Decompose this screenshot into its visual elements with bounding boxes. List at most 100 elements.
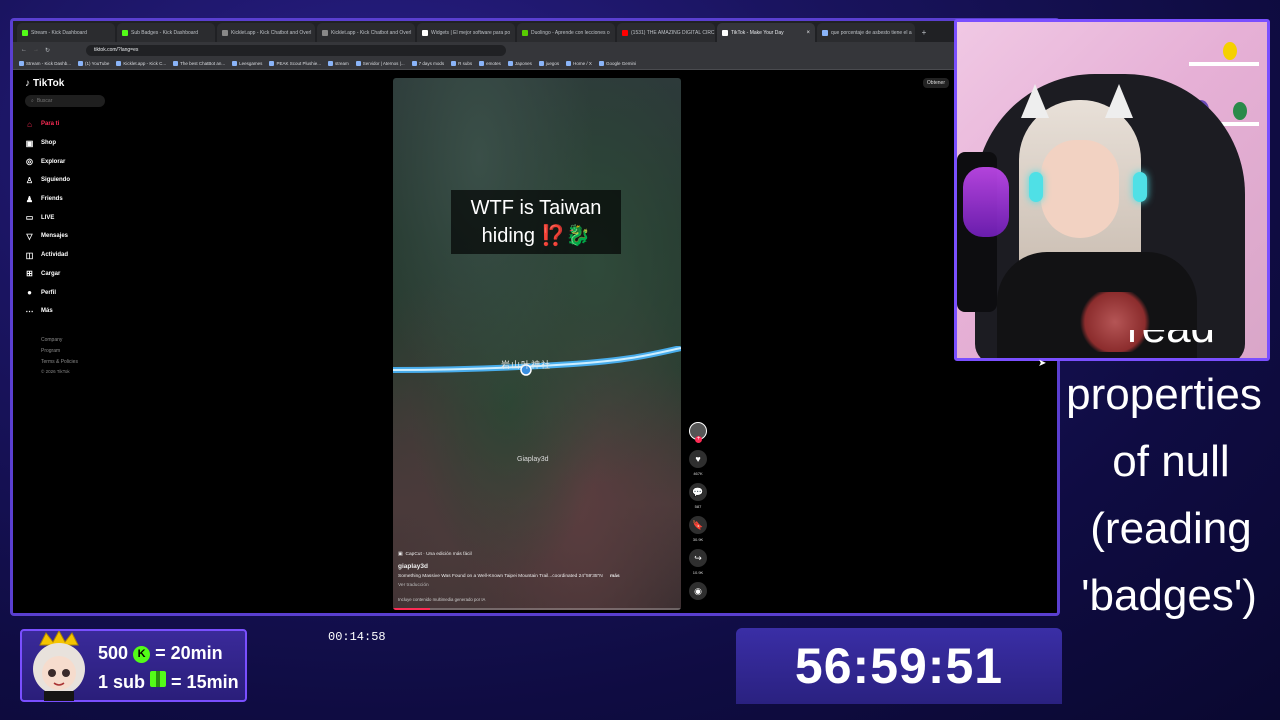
action-count: 467K <box>693 471 703 476</box>
music-disc-button[interactable]: ◉ <box>689 582 707 600</box>
bookmark-label: Google Gemini <box>605 61 636 66</box>
nav-item-explorar[interactable]: ◎ Explorar <box>25 152 115 171</box>
new-tab-button[interactable]: + <box>917 23 931 42</box>
tab-favicon-icon <box>822 29 828 36</box>
bookmark-item[interactable]: Leesgames <box>232 61 262 66</box>
bookmark-favicon-icon <box>269 61 275 66</box>
video-author[interactable]: giaplay3d <box>398 563 668 570</box>
bookmark-item[interactable]: Home / X <box>566 61 592 66</box>
bookmark-favicon-icon <box>19 61 24 66</box>
nav-item-friends[interactable]: ♟ Friends <box>25 190 115 209</box>
nav-item-actividad[interactable]: ◫ Actividad <box>25 246 115 265</box>
search-icon: ⌕ <box>31 98 34 104</box>
like-button[interactable]: ♥ 467K <box>689 450 707 476</box>
creator-avatar[interactable]: + <box>689 422 707 443</box>
get-app-button[interactable]: Obtener <box>922 78 949 88</box>
tab-favicon-icon <box>422 29 428 36</box>
browser-tab[interactable]: Sub Badges - Kick Dashboard <box>117 23 215 42</box>
capcut-tag[interactable]: ▣ CapCut · Una edición más fácil <box>398 552 668 557</box>
forward-icon[interactable]: → <box>33 47 39 53</box>
tab-label: Kicklet.app - Kick Chatbot and Overl <box>331 29 412 36</box>
bookmark-label: (1) YouTube <box>85 61 110 66</box>
bookmark-item[interactable]: Servidor | Aternos |... <box>355 61 405 66</box>
browser-tab[interactable]: Stream - Kick Dashboard <box>17 23 115 42</box>
footer-link-terms[interactable]: Terms & Policies <box>41 358 115 367</box>
bookmark-item[interactable]: 7 days mods <box>411 61 444 66</box>
nav-label: Shop <box>41 140 56 147</box>
nav-label: Perfil <box>41 289 57 296</box>
tiktok-brand: TikTok <box>33 78 65 89</box>
nav-item-más[interactable]: ⋯ Más <box>25 302 115 321</box>
more-link[interactable]: más <box>610 574 620 579</box>
rate-sub: 1 sub = 15min <box>98 668 239 697</box>
close-tab-icon[interactable]: × <box>806 30 810 36</box>
capcut-label: CapCut · Una edición más fácil <box>405 552 472 557</box>
nav-item-siguiendo[interactable]: ♙ Siguiendo <box>25 171 115 190</box>
bookmark-item[interactable]: The best ChatBot an... <box>173 61 225 66</box>
get-app-label: Obtener <box>926 80 945 86</box>
follow-plus-icon[interactable]: + <box>695 436 702 443</box>
bookmark-item[interactable]: Kicklet.app - Kick C... <box>116 61 166 66</box>
rgb-light <box>963 167 1009 237</box>
share-button[interactable]: ↪ 10.9K <box>689 549 707 575</box>
bookmark-button[interactable]: 🔖 30.9K <box>689 516 707 542</box>
bookmark-item[interactable]: emotes <box>479 61 501 66</box>
browser-tab[interactable]: Kicklet.app - Kick Chatbot and Overl <box>317 23 415 42</box>
bookmark-favicon-icon <box>411 61 417 66</box>
nav-label: Más <box>41 308 53 315</box>
browser-tab[interactable]: Widgets | El mejor software para po <box>417 23 515 42</box>
translate-link[interactable]: Ver traducción <box>398 583 668 588</box>
bookmark-item[interactable]: juegos <box>538 61 559 66</box>
video-player[interactable]: WTF is Taiwan hiding ⁉️🐉 岩山叶神社 Giaplay3d… <box>393 78 681 610</box>
bookmark-label: Leesgames <box>239 61 263 66</box>
back-icon[interactable]: ← <box>21 47 27 53</box>
tab-label: que porcentaje de asbesto tiene el a <box>831 29 912 36</box>
footer-link-company[interactable]: Company <box>41 335 115 347</box>
browser-tab[interactable]: Kicklet.app - Kick Chatbot and Overl <box>217 23 315 42</box>
comment-button[interactable]: 💬 587 <box>689 483 707 509</box>
bookmark-favicon-icon <box>451 61 457 66</box>
video-watermark: Giaplay3d <box>517 456 549 463</box>
video-caption-overlay: WTF is Taiwan hiding ⁉️🐉 <box>451 190 621 254</box>
bookmark-favicon-icon <box>173 61 179 66</box>
address-bar[interactable]: tiktok.com/?lang=es <box>86 44 507 56</box>
bookmark-item[interactable]: R subs <box>451 61 472 66</box>
bookmark-favicon-icon <box>116 61 122 66</box>
browser-tab[interactable]: TikTok - Make Your Day × <box>717 23 815 42</box>
bookmark-item[interactable]: (1) YouTube <box>78 61 109 66</box>
bookmark-item[interactable]: Google Gemini <box>598 61 636 66</box>
tiktok-logo[interactable]: ♪ TikTok <box>25 78 115 89</box>
webcam-feed <box>954 19 1270 361</box>
search-input[interactable]: ⌕ Buscar <box>25 95 105 107</box>
nav-item-cargar[interactable]: ⊞ Cargar <box>25 265 115 284</box>
nav-item-perfil[interactable]: ● Perfil <box>25 283 115 302</box>
video-progress-bar[interactable] <box>393 608 681 610</box>
upload-icon: ⊞ <box>26 269 33 279</box>
bookmark-favicon-icon <box>327 61 333 66</box>
subathon-rates-panel: 500 K = 20min 1 sub = 15min <box>20 629 247 702</box>
sub-amount: 1 sub <box>98 672 146 692</box>
bookmark-item[interactable]: PEAK Scout Plushie... <box>269 61 321 66</box>
nav-label: Actividad <box>41 252 69 259</box>
nav-item-mensajes[interactable]: ▽ Mensajes <box>25 227 115 246</box>
nav-item-live[interactable]: ▭ LIVE <box>25 208 115 227</box>
bookmark-label: Servidor | Aternos |... <box>362 61 405 66</box>
profile-icon: ● <box>27 288 32 298</box>
bookmark-item[interactable]: Stream - Kick Dashb... <box>19 61 71 66</box>
video-progress-fill <box>393 608 431 610</box>
browser-tab[interactable]: (1531) THE AMAZING DIGITAL CIRC <box>617 23 715 42</box>
browser-tab[interactable]: Duolingo - Aprende con lecciones o <box>517 23 615 42</box>
footer-link-program[interactable]: Program <box>41 346 115 358</box>
bookmark-item[interactable]: Japones <box>507 61 532 66</box>
nav-item-para-ti[interactable]: ⌂ Para ti <box>25 115 115 134</box>
video-actions: + ♥ 467K 💬 587 🔖 30.9K ↪ 10.9K ◉ <box>687 422 709 607</box>
gift-icon <box>150 671 167 687</box>
reload-icon[interactable]: ↻ <box>45 47 50 54</box>
plush-figure <box>1233 102 1247 120</box>
shop-icon: ▣ <box>25 138 34 148</box>
bookmark-label: Japones <box>514 61 532 66</box>
bookmark-item[interactable]: stream <box>327 61 349 66</box>
browser-tab[interactable]: que porcentaje de asbesto tiene el a <box>817 23 915 42</box>
nav-item-shop[interactable]: ▣ Shop <box>25 134 115 153</box>
tab-label: Sub Badges - Kick Dashboard <box>131 29 198 36</box>
